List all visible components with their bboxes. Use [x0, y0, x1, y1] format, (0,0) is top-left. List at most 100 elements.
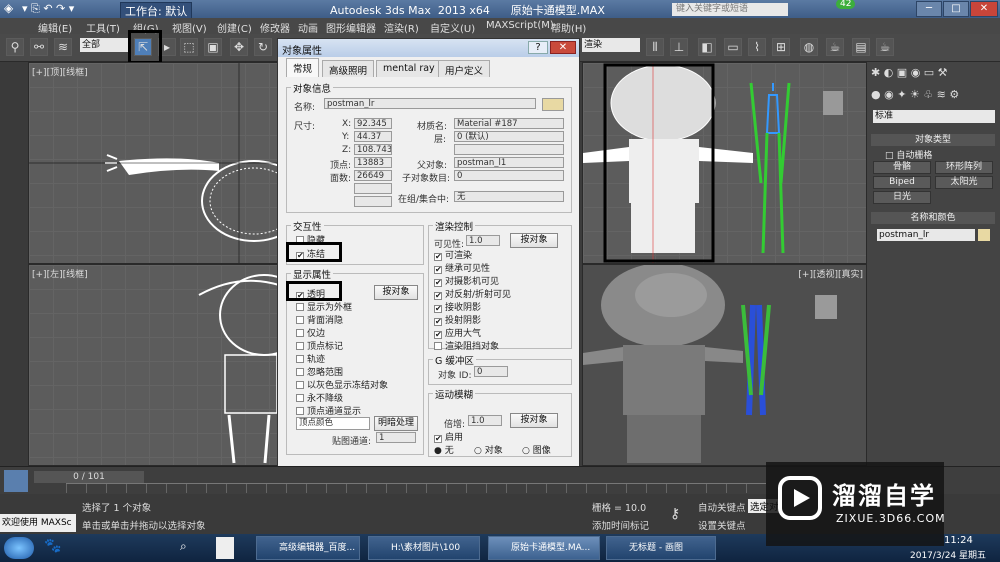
maxscript-listener[interactable]: 欢迎使用 MAXSc — [0, 514, 76, 532]
map-channel-spinner[interactable]: 1 — [376, 432, 416, 443]
cast-shadows-checkbox[interactable]: ✔ 投射阴影 — [434, 313, 481, 326]
baidu-icon[interactable]: 🐾 — [44, 538, 61, 554]
selection-filter[interactable]: 全部 — [80, 38, 128, 52]
named-selection-set[interactable]: 渲染 — [582, 38, 640, 52]
tab-advanced-lighting[interactable]: 高级照明 — [322, 60, 375, 77]
viewport-layout-icon[interactable] — [4, 470, 28, 492]
bones-button[interactable]: 骨骼 — [873, 161, 931, 174]
menu-help[interactable]: 帮助(H) — [551, 20, 586, 35]
help-button[interactable]: ? — [528, 41, 548, 54]
link-icon[interactable]: ⚲ — [6, 38, 24, 56]
track-bar[interactable] — [66, 483, 766, 493]
object-name-field[interactable]: postman_lr — [877, 229, 975, 241]
app-logo-icon[interactable]: ◈ — [4, 1, 13, 15]
clock-time[interactable]: 11:24 — [944, 535, 973, 546]
material-editor-icon[interactable]: ◍ — [800, 38, 818, 56]
menu-customize[interactable]: 自定义(U) — [430, 20, 475, 35]
tab-general[interactable]: 常规 — [286, 58, 320, 77]
quick-access-icons[interactable]: ▾ ⎘ ↶ ↷ ▾ — [22, 2, 74, 16]
ignore-extents-checkbox[interactable]: 忽略范围 — [296, 365, 343, 378]
object-color-swatch[interactable] — [542, 98, 564, 111]
start-button[interactable] — [4, 537, 34, 559]
tab-mental-ray[interactable]: mental ray — [376, 60, 442, 77]
motion-by-object-button[interactable]: 按对象 — [510, 413, 558, 428]
dialog-close-button[interactable]: ✕ — [550, 41, 576, 54]
biped-button[interactable]: Biped — [873, 176, 931, 189]
ring-array-button[interactable]: 环形阵列 — [935, 161, 993, 174]
vertex-ticks-checkbox[interactable]: 顶点标记 — [296, 339, 343, 352]
menu-create[interactable]: 创建(C) — [217, 20, 252, 35]
object-color-swatch[interactable] — [978, 229, 990, 241]
key-icon[interactable]: ⚷ — [670, 506, 680, 522]
close-button[interactable]: ✕ — [970, 1, 998, 17]
unlink-icon[interactable]: ⚯ — [30, 38, 48, 56]
blur-none-radio[interactable]: ● 无 — [434, 443, 454, 456]
menu-graph-editors[interactable]: 图形编辑器 — [326, 20, 376, 35]
tab-user-defined[interactable]: 用户定义 — [438, 60, 491, 77]
maximize-button[interactable]: □ — [943, 1, 969, 17]
sunlight-button[interactable]: 太阳光 — [935, 176, 993, 189]
create-category-icons[interactable]: ● ◉ ✦ ☀ ♧ ≋ ⚙ — [871, 88, 995, 104]
trajectory-checkbox[interactable]: 轨迹 — [296, 352, 325, 365]
backface-cull-checkbox[interactable]: 背面消隐 — [296, 313, 343, 326]
object-type-rollout[interactable]: 对象类型 — [871, 134, 995, 146]
display-as-box-checkbox[interactable]: 显示为外框 — [296, 300, 352, 313]
menu-animation[interactable]: 动画 — [298, 20, 318, 35]
minimize-button[interactable]: ─ — [916, 1, 942, 17]
menu-edit[interactable]: 编辑(E) — [38, 20, 72, 35]
edges-only-checkbox[interactable]: 仅边 — [296, 326, 325, 339]
visible-to-reflection-checkbox[interactable]: ✔ 对反射/折射可见 — [434, 287, 511, 300]
object-id-spinner[interactable]: 0 — [474, 366, 508, 377]
blur-image-radio[interactable]: ○ 图像 — [522, 443, 551, 456]
vertex-channel-display-checkbox[interactable]: 顶点通道显示 — [296, 404, 361, 417]
viewport-front[interactable] — [582, 62, 867, 264]
display-by-object-button[interactable]: 按对象 — [374, 285, 418, 300]
visibility-spinner[interactable]: 1.0 — [466, 235, 500, 246]
object-name-input[interactable]: postman_lr — [324, 98, 536, 109]
taskbar-item-3dsmax[interactable]: 原始卡通模型.MA... — [488, 536, 600, 560]
rotate-icon[interactable]: ↻ — [254, 38, 272, 56]
apply-atmospherics-checkbox[interactable]: ✔ 应用大气 — [434, 326, 481, 339]
multiplier-spinner[interactable]: 1.0 — [468, 415, 502, 426]
viewport-perspective[interactable]: [+][透视][真实] — [582, 264, 867, 466]
render-setup-icon[interactable]: ☕ — [826, 38, 844, 56]
layer-manager-icon[interactable]: ◧ — [698, 38, 716, 56]
menu-modifiers[interactable]: 修改器 — [260, 20, 290, 35]
show-frozen-gray-checkbox[interactable]: 以灰色显示冻结对象 — [296, 378, 388, 391]
render-production-icon[interactable]: ☕ — [876, 38, 894, 56]
viewport-top[interactable]: [+][顶][线框] — [28, 62, 281, 264]
add-time-tag[interactable]: 添加时间标记 — [592, 518, 649, 532]
time-slider[interactable]: 0 / 101 — [34, 471, 144, 483]
search-icon[interactable]: ⌕ — [180, 539, 187, 554]
blur-object-radio[interactable]: ○ 对象 — [474, 443, 503, 456]
auto-key-button[interactable]: 自动关键点 — [698, 500, 746, 514]
taskbar-item-paint[interactable]: 无标题 - 画图 — [606, 536, 716, 560]
never-degrade-checkbox[interactable]: 永不降级 — [296, 391, 343, 404]
taskbar-item-explorer[interactable]: H:\素材图片\100 — [368, 536, 480, 560]
autogrid-checkbox[interactable]: □ 自动栅格 — [885, 148, 932, 161]
curve-editor-icon[interactable]: ⌇ — [748, 38, 766, 56]
taskbar-item-baidu-editor[interactable]: 高级编辑器_百度... — [256, 536, 360, 560]
move-icon[interactable]: ✥ — [230, 38, 248, 56]
rendered-frame-icon[interactable]: ▤ — [852, 38, 870, 56]
schematic-view-icon[interactable]: ⊞ — [772, 38, 790, 56]
rect-select-icon[interactable]: ⬚ — [180, 38, 198, 56]
shaded-button[interactable]: 明暗处理 — [374, 416, 418, 431]
menu-maxscript[interactable]: MAXScript(M) — [486, 20, 554, 31]
ribbon-icon[interactable]: ▭ — [724, 38, 742, 56]
file-icon[interactable] — [216, 537, 234, 559]
category-dropdown[interactable]: 标准 — [873, 110, 995, 123]
name-color-rollout[interactable]: 名称和颜色 — [871, 212, 995, 224]
menu-rendering[interactable]: 渲染(R) — [384, 20, 419, 35]
window-crossing-icon[interactable]: ▣ — [204, 38, 222, 56]
menu-tools[interactable]: 工具(T) — [86, 20, 120, 35]
clock-date[interactable]: 2017/3/24 星期五 — [910, 548, 986, 561]
render-occluded-checkbox[interactable]: 渲染阻挡对象 — [434, 339, 499, 352]
vertex-color-select[interactable]: 顶点颜色 — [296, 417, 370, 430]
mirror-icon[interactable]: ⫴ — [646, 38, 664, 56]
renderable-checkbox[interactable]: ✔ 可渲染 — [434, 248, 472, 261]
align-icon[interactable]: ⊥ — [670, 38, 688, 56]
menu-views[interactable]: 视图(V) — [172, 20, 207, 35]
search-input[interactable]: 键入关键字或短语 — [672, 3, 788, 16]
viewport-left[interactable]: [+][左][线框] — [28, 264, 281, 466]
